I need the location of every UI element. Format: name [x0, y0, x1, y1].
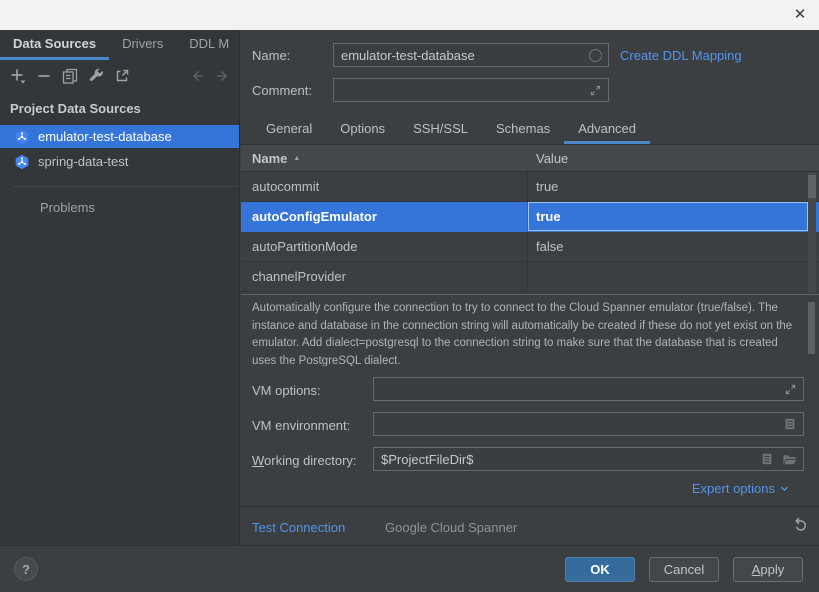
data-sources-dialog: ✕ Data Sources Drivers DDL M [0, 0, 819, 592]
duplicate-icon[interactable] [62, 68, 78, 84]
property-value-cell[interactable]: true [528, 202, 808, 231]
open-in-new-icon[interactable] [114, 68, 130, 84]
table-header[interactable]: Name ▲ Value [241, 144, 819, 172]
chevron-down-icon [779, 483, 790, 494]
datasource-label: spring-data-test [38, 154, 128, 169]
footer-bar: ? OK Cancel Apply [0, 545, 819, 592]
property-name-cell[interactable]: autoPartitionMode [241, 232, 528, 261]
label-rest: pply [760, 562, 784, 577]
tab-options[interactable]: Options [326, 116, 399, 144]
tab-ssh-ssl[interactable]: SSH/SSL [399, 116, 482, 144]
loading-ring-icon [587, 47, 603, 63]
folder-icon[interactable] [781, 451, 797, 467]
expand-icon[interactable] [587, 82, 603, 98]
property-value-cell[interactable]: true [528, 172, 808, 201]
vm-options-label: VM options: [252, 383, 321, 398]
sidebar-divider [12, 186, 239, 187]
settings-tab-strip: General Options SSH/SSL Schemas Advanced [252, 116, 650, 144]
name-label: Name: [252, 48, 290, 63]
remove-icon[interactable] [36, 68, 52, 84]
label-rest: orking directory: [264, 453, 356, 468]
sort-ascending-icon: ▲ [293, 155, 300, 162]
spanner-datasource-icon [14, 129, 30, 145]
sidebar-item-problems[interactable]: Problems [40, 200, 95, 215]
main-panel: Name: Create DDL Mapping Comment: Genera… [241, 30, 819, 545]
column-header-name[interactable]: Name ▲ [241, 151, 528, 166]
tab-schemas[interactable]: Schemas [482, 116, 564, 144]
project-data-sources-heading: Project Data Sources [10, 101, 141, 116]
cancel-button[interactable]: Cancel [649, 557, 719, 582]
mnemonic-letter: W [252, 453, 264, 468]
sidebar-item-emulator-test-database[interactable]: emulator-test-database [0, 125, 239, 148]
tab-drivers[interactable]: Drivers [109, 30, 176, 60]
comment-input[interactable] [333, 78, 609, 102]
property-value-cell[interactable]: false [528, 232, 808, 261]
tab-ddl-mappings[interactable]: DDL M [176, 30, 242, 60]
name-input[interactable] [333, 43, 609, 67]
properties-table: Name ▲ Value autocommit true autoConfigE… [241, 144, 819, 292]
driver-name: Google Cloud Spanner [385, 520, 517, 535]
tab-data-sources[interactable]: Data Sources [0, 30, 109, 60]
property-name-cell[interactable]: autoConfigEmulator [241, 202, 528, 231]
property-name-cell[interactable]: autocommit [241, 172, 528, 201]
property-value-cell[interactable] [528, 262, 808, 291]
table-bottom-border [241, 294, 819, 295]
create-ddl-mapping-link[interactable]: Create DDL Mapping [620, 48, 742, 63]
table-row[interactable]: autoPartitionMode false [241, 232, 819, 262]
add-icon[interactable] [10, 68, 26, 84]
wrench-icon[interactable] [88, 68, 104, 84]
sidebar-item-spring-data-test[interactable]: spring-data-test [0, 150, 239, 173]
back-icon [189, 68, 205, 84]
working-directory-label: Working directory: [252, 453, 357, 468]
tab-general[interactable]: General [252, 116, 326, 144]
table-row[interactable]: autocommit true [241, 172, 819, 202]
vm-options-input[interactable] [373, 377, 804, 401]
column-name-label: Name [252, 151, 287, 166]
property-name-cell[interactable]: channelProvider [241, 262, 528, 291]
working-directory-input[interactable] [373, 447, 804, 471]
test-connection-link[interactable]: Test Connection [252, 520, 345, 535]
revert-icon[interactable] [792, 517, 810, 535]
list-editor-icon[interactable] [782, 416, 798, 432]
comment-label: Comment: [252, 83, 312, 98]
tab-advanced[interactable]: Advanced [564, 116, 650, 144]
apply-button[interactable]: Apply [733, 557, 803, 582]
scrollbar-thumb[interactable] [808, 175, 816, 198]
expand-icon[interactable] [782, 381, 798, 397]
spanner-datasource-icon [14, 154, 30, 170]
expert-options-label: Expert options [692, 481, 775, 496]
sidebar-tab-strip: Data Sources Drivers DDL M [0, 30, 239, 60]
sidebar: Data Sources Drivers DDL M [0, 30, 240, 545]
sidebar-toolbar [10, 64, 231, 88]
ok-button[interactable]: OK [565, 557, 635, 582]
separator [241, 506, 819, 507]
table-row[interactable]: channelProvider [241, 262, 819, 292]
list-editor-icon[interactable] [759, 451, 775, 467]
table-scrollbar[interactable] [808, 173, 816, 293]
datasource-label: emulator-test-database [38, 129, 172, 144]
expert-options-link[interactable]: Expert options [692, 481, 790, 496]
column-header-value[interactable]: Value [528, 151, 568, 166]
forward-icon [215, 68, 231, 84]
titlebar: ✕ [0, 0, 819, 30]
description-scrollbar-thumb[interactable] [808, 302, 815, 354]
close-icon[interactable]: ✕ [790, 5, 810, 25]
vm-environment-input[interactable] [373, 412, 804, 436]
property-description: Automatically configure the connection t… [252, 300, 804, 366]
help-button[interactable]: ? [14, 557, 38, 581]
table-row-selected[interactable]: autoConfigEmulator true [241, 202, 819, 232]
vm-environment-label: VM environment: [252, 418, 350, 433]
